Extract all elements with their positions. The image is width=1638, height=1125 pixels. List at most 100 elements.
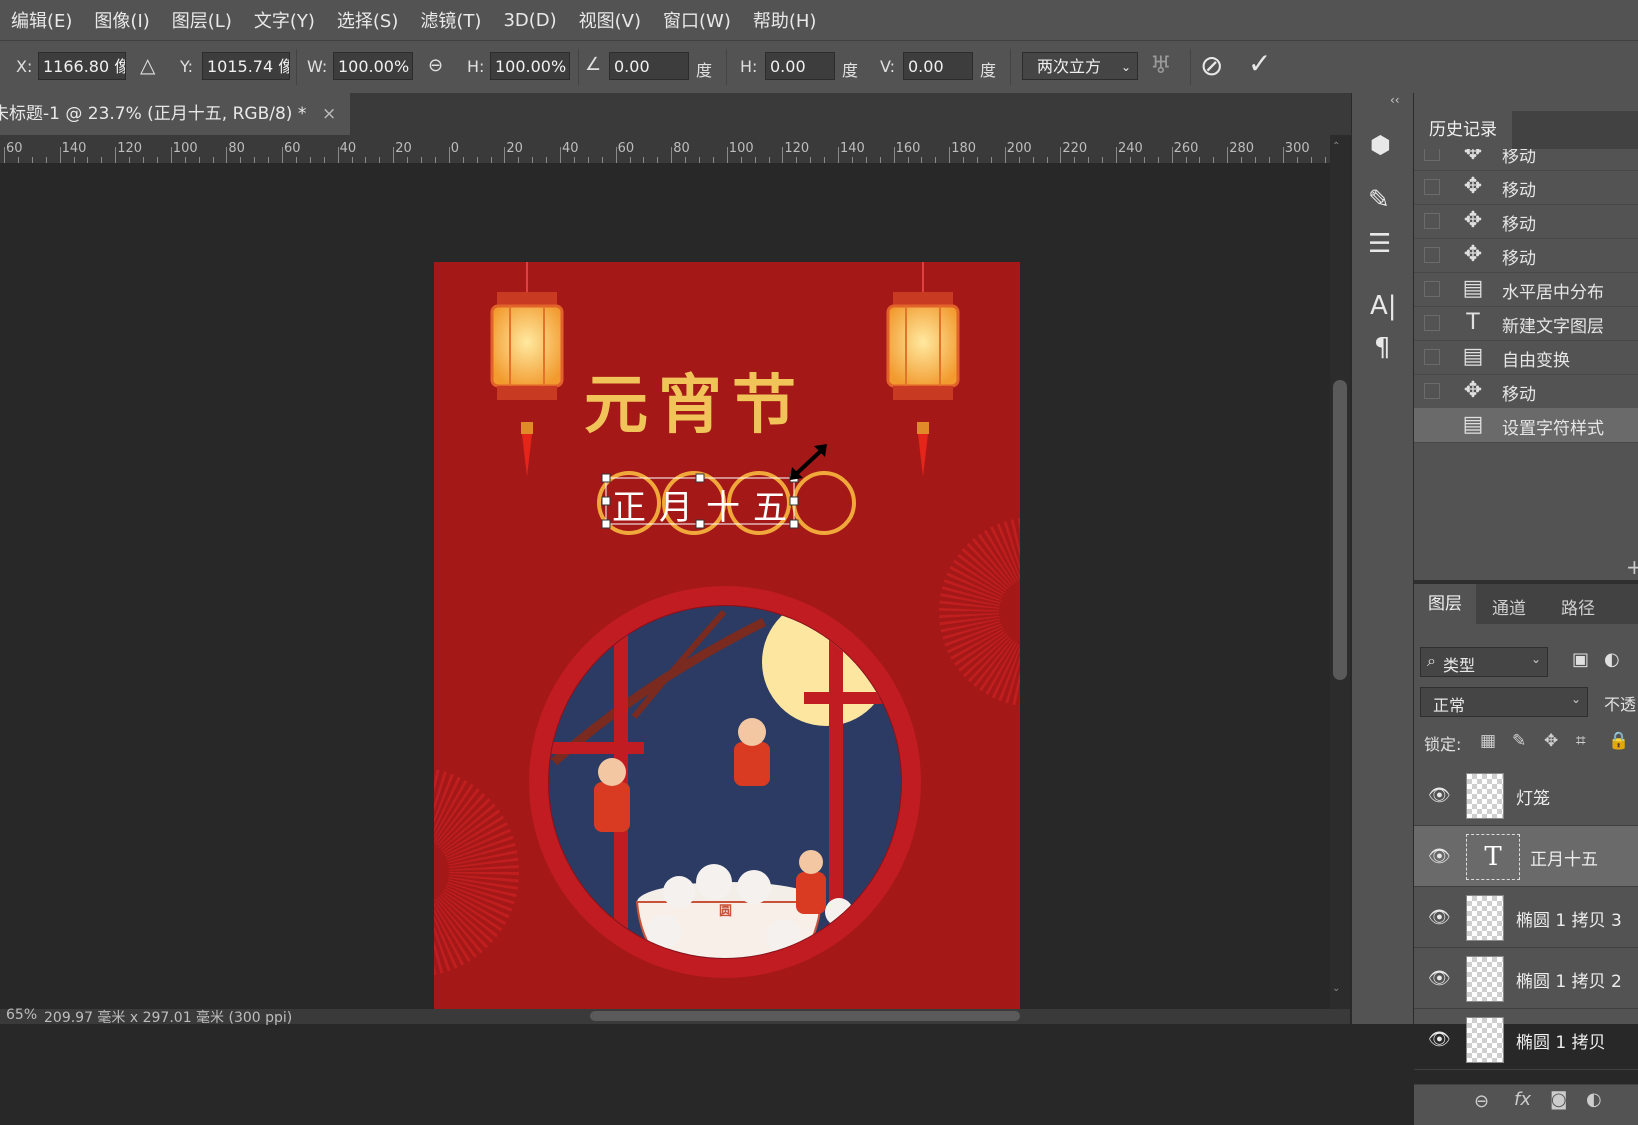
tab-paths[interactable]: 路径	[1561, 594, 1595, 619]
history-item[interactable]: ▤ 水平居中分布	[1414, 272, 1638, 307]
menu-select[interactable]: 选择(S)	[326, 7, 409, 33]
subtitle-char: 十	[706, 488, 740, 528]
fx-icon[interactable]: fx	[1514, 1089, 1531, 1110]
ruler-tick	[949, 147, 951, 163]
document-tab-title: 未标题-1 @ 23.7% (正月十五, RGB/8) *	[0, 104, 307, 124]
document-info[interactable]: 209.97 毫米 x 297.01 毫米 (300 ppi)	[44, 1007, 292, 1027]
interpolation-select[interactable]: 两次立方 ⌄	[1022, 52, 1138, 80]
reference-point-icon[interactable]: △	[140, 53, 155, 77]
new-snapshot-icon[interactable]: +	[1626, 555, 1638, 579]
ruler-label: 80	[673, 141, 690, 156]
history-snapshot-checkbox[interactable]	[1424, 281, 1440, 297]
lock-pixels-icon[interactable]: ✎	[1512, 731, 1526, 751]
shape-layer-thumbnail	[1466, 895, 1504, 941]
history-snapshot-checkbox[interactable]	[1424, 383, 1440, 399]
document-tab[interactable]: 未标题-1 @ 23.7% (正月十五, RGB/8) * ×	[0, 93, 350, 135]
ruler-tick	[393, 147, 395, 163]
lock-transparent-icon[interactable]: ▦	[1480, 731, 1496, 751]
menu-layer[interactable]: 图层(L)	[161, 7, 243, 33]
lock-artboard-icon[interactable]: ⌗	[1576, 731, 1586, 751]
chevron-down-icon: ⌄	[1120, 60, 1131, 74]
menu-help[interactable]: 帮助(H)	[742, 7, 828, 33]
visibility-eye-icon[interactable]: 👁	[1428, 846, 1451, 867]
menu-3d[interactable]: 3D(D)	[492, 10, 567, 31]
link-layers-icon[interactable]: ⊖	[1474, 1091, 1489, 1112]
tab-history[interactable]: 历史记录	[1414, 111, 1512, 149]
menu-image[interactable]: 图像(I)	[83, 7, 160, 33]
subtitle-char: 五	[753, 488, 787, 528]
hskew-field[interactable]: 0.00	[765, 52, 835, 80]
menu-window[interactable]: 窗口(W)	[652, 7, 742, 33]
y-field[interactable]: 1015.74 像	[202, 52, 290, 80]
fan-left	[434, 768, 519, 976]
history-item[interactable]: ✥ 移动	[1414, 238, 1638, 273]
layer-row[interactable]: 👁 椭圆 1 拷贝	[1414, 1009, 1638, 1070]
history-item[interactable]: ✥ 移动	[1414, 204, 1638, 239]
poster-artboard[interactable]: 元宵节 正 月 十 五 圆	[434, 262, 1020, 1009]
history-snapshot-checkbox[interactable]	[1424, 315, 1440, 331]
history-item[interactable]: ✥ 移动	[1414, 374, 1638, 409]
adjustments-icon[interactable]: ☰	[1368, 229, 1391, 259]
scroll-up-icon[interactable]: ⌃	[1332, 141, 1340, 152]
layer-row[interactable]: 👁 椭圆 1 拷贝 3	[1414, 887, 1638, 948]
filter-pixel-icon[interactable]: ▣	[1572, 649, 1589, 670]
layer-row[interactable]: 👁 T 正月十五	[1414, 826, 1638, 887]
vertical-scrollbar[interactable]: ⌃ ⌄	[1330, 135, 1350, 1009]
visibility-eye-icon[interactable]: 👁	[1428, 907, 1451, 928]
smart-object-thumbnail	[1466, 773, 1504, 819]
menu-type[interactable]: 文字(Y)	[243, 7, 326, 33]
options-bar: X: 1166.80 像 △ Y: 1015.74 像 W: 100.00% ⊖…	[0, 40, 1638, 94]
new-adjustment-icon[interactable]: ◐	[1586, 1089, 1602, 1110]
layer-filter-select[interactable]: ⌕ 类型 ⌄	[1420, 647, 1548, 677]
visibility-eye-icon[interactable]: 👁	[1428, 968, 1451, 989]
paragraph-icon[interactable]: ¶	[1374, 333, 1391, 363]
filter-adjustment-icon[interactable]: ◐	[1604, 649, 1620, 670]
collapse-icon[interactable]: ‹‹	[1390, 93, 1400, 107]
link-icon[interactable]: ⊖	[428, 55, 443, 76]
commit-transform-icon[interactable]: ✓	[1248, 47, 1271, 80]
width-field[interactable]: 100.00%	[333, 52, 413, 80]
ruler-label: 280	[1229, 141, 1255, 156]
visibility-eye-icon[interactable]: 👁	[1428, 785, 1451, 806]
history-snapshot-checkbox[interactable]	[1424, 417, 1440, 433]
3d-icon[interactable]: ⬢	[1370, 131, 1391, 159]
warp-icon[interactable]: ♅	[1150, 51, 1172, 79]
history-item[interactable]: ▤ 设置字符样式	[1414, 408, 1638, 443]
history-snapshot-checkbox[interactable]	[1424, 149, 1440, 161]
brush-presets-icon[interactable]: ✎	[1368, 185, 1390, 215]
zoom-level[interactable]: 65%	[6, 1007, 37, 1023]
history-item[interactable]: T 新建文字图层	[1414, 306, 1638, 341]
history-item[interactable]: ✥ 移动	[1414, 149, 1638, 171]
scroll-down-icon[interactable]: ⌄	[1332, 983, 1340, 994]
history-snapshot-checkbox[interactable]	[1424, 349, 1440, 365]
vskew-field[interactable]: 0.00	[903, 52, 973, 80]
angle-field[interactable]: 0.00	[609, 52, 689, 80]
separator	[1190, 49, 1191, 85]
history-snapshot-checkbox[interactable]	[1424, 213, 1440, 229]
visibility-eye-icon[interactable]: 👁	[1428, 1029, 1451, 1050]
horizontal-scroll-thumb[interactable]	[590, 1011, 1020, 1021]
layer-row[interactable]: 👁 灯笼	[1414, 765, 1638, 826]
history-item[interactable]: ✥ 移动	[1414, 170, 1638, 205]
lock-position-icon[interactable]: ✥	[1544, 731, 1558, 751]
add-mask-icon[interactable]: ◙	[1550, 1089, 1567, 1110]
tab-channels[interactable]: 通道	[1492, 594, 1526, 619]
lock-all-icon[interactable]: 🔒	[1608, 731, 1629, 751]
history-snapshot-checkbox[interactable]	[1424, 247, 1440, 263]
history-item[interactable]: ▤ 自由变换	[1414, 340, 1638, 375]
close-icon[interactable]: ×	[322, 93, 336, 135]
menu-edit[interactable]: 编辑(E)	[0, 7, 83, 33]
menu-view[interactable]: 视图(V)	[568, 7, 652, 33]
x-field[interactable]: 1166.80 像	[38, 52, 126, 80]
cancel-transform-icon[interactable]: ⊘	[1200, 49, 1223, 82]
character-icon[interactable]: A|	[1370, 291, 1397, 321]
history-item-label: 设置字符样式	[1502, 419, 1604, 439]
height-field[interactable]: 100.00%	[490, 52, 570, 80]
ruler-tick	[1116, 147, 1117, 163]
menu-filter[interactable]: 滤镜(T)	[409, 7, 492, 33]
history-snapshot-checkbox[interactable]	[1424, 179, 1440, 195]
scroll-thumb[interactable]	[1333, 380, 1347, 680]
blend-mode-select[interactable]: 正常 ⌄	[1420, 687, 1588, 717]
tab-layers[interactable]: 图层	[1414, 584, 1476, 624]
layer-row[interactable]: 👁 椭圆 1 拷贝 2	[1414, 948, 1638, 1009]
